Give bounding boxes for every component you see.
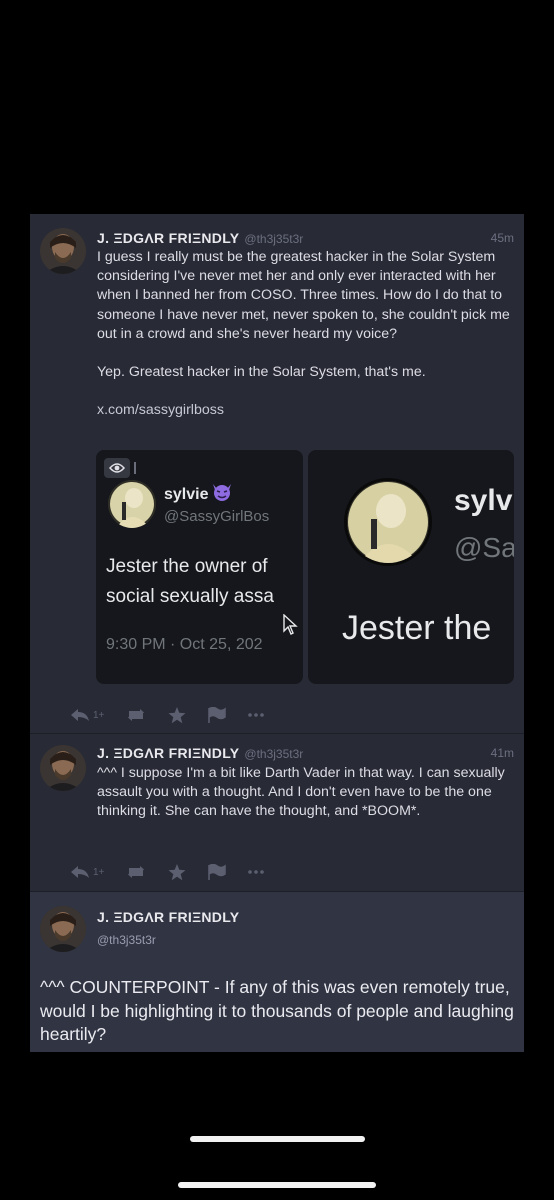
- reply-count: 1+: [93, 866, 105, 878]
- reply-icon: [71, 709, 89, 721]
- status-content: ^^^ I suppose I'm a bit like Darth Vader…: [97, 764, 512, 841]
- display-name[interactable]: J. ΞDGΛR FRIΞNDLY: [97, 909, 239, 925]
- status-content: ^^^ COUNTERPOINT - If any of this was ev…: [40, 977, 514, 1044]
- report-button[interactable]: [208, 864, 227, 880]
- more-icon: [248, 713, 265, 717]
- avatar[interactable]: [40, 745, 86, 791]
- status-link[interactable]: x.com/sassygirlboss: [97, 402, 224, 418]
- quoted-avatar: [108, 480, 156, 528]
- flag-icon: [208, 864, 227, 880]
- divider: [134, 462, 136, 474]
- quoted-text-line: Jester the owner of: [106, 556, 268, 577]
- status-post[interactable]: J. ΞDGΛR FRIΞNDLY @th3j35t3r 41m ^^^ I su…: [30, 734, 524, 892]
- quoted-text: Jester the: [342, 609, 492, 647]
- eye-icon: [109, 463, 125, 473]
- account-handle[interactable]: @th3j35t3r: [244, 747, 303, 761]
- more-button[interactable]: [248, 713, 265, 717]
- account-handle[interactable]: @th3j35t3r: [244, 232, 303, 246]
- status-action-bar: 1+: [70, 705, 286, 725]
- timestamp[interactable]: 45m: [491, 229, 514, 247]
- account-handle[interactable]: @th3j35t3r: [97, 933, 156, 947]
- quoted-name: sylvie: [164, 486, 209, 503]
- media-gallery: sylvie @SassyGirlBos Jester the owner of…: [96, 450, 516, 686]
- more-icon: [248, 870, 265, 874]
- timeline-panel: J. ΞDGΛR FRIΞNDLY @th3j35t3r 45m I guess …: [30, 214, 524, 1052]
- boost-icon: [128, 866, 145, 878]
- status-content: I guess I really must be the greatest ha…: [97, 248, 512, 439]
- quoted-text-line: social sexually assa: [106, 586, 274, 607]
- cursor-icon: [283, 614, 298, 635]
- status-paragraph: Yep. Greatest hacker in the Solar System…: [97, 364, 426, 381]
- timestamp[interactable]: 41m: [491, 744, 514, 762]
- media-image-1[interactable]: sylvie @SassyGirlBos Jester the owner of…: [96, 450, 303, 684]
- boost-icon: [128, 709, 145, 721]
- quoted-avatar: [344, 478, 432, 566]
- focused-status[interactable]: J. ΞDGΛR FRIΞNDLY @th3j35t3r ^^^ COUNTER…: [30, 892, 524, 1052]
- hide-media-button[interactable]: [104, 458, 130, 478]
- avatar[interactable]: [40, 906, 86, 952]
- favourite-button[interactable]: [168, 706, 186, 724]
- status-paragraph: I guess I really must be the greatest ha…: [97, 249, 510, 342]
- status-post[interactable]: J. ΞDGΛR FRIΞNDLY @th3j35t3r 45m I guess …: [30, 214, 524, 734]
- status-action-bar: 1+: [70, 862, 286, 882]
- quoted-handle: @Sa: [454, 532, 514, 563]
- status-paragraph: ^^^ I suppose I'm a bit like Darth Vader…: [97, 765, 505, 820]
- display-name[interactable]: J. ΞDGΛR FRIΞNDLY: [97, 230, 239, 246]
- report-button[interactable]: [208, 707, 227, 723]
- quoted-handle: @SassyGirlBos: [164, 508, 270, 525]
- star-icon: [168, 706, 186, 723]
- media-image-2[interactable]: sylv @Sa Jester the: [308, 450, 514, 684]
- display-name[interactable]: J. ΞDGΛR FRIΞNDLY: [97, 745, 239, 761]
- star-icon: [168, 863, 186, 880]
- reply-button[interactable]: 1+: [70, 865, 104, 879]
- flag-icon: [208, 707, 227, 723]
- devil-emoji-icon: [213, 484, 232, 501]
- reply-button[interactable]: 1+: [70, 708, 104, 722]
- reply-count: 1+: [93, 709, 105, 721]
- boost-button[interactable]: [126, 708, 146, 722]
- home-indicator: [178, 1182, 376, 1188]
- home-indicator: [190, 1136, 365, 1142]
- quoted-date: 9:30 PM · Oct 25, 202: [106, 636, 263, 653]
- more-button[interactable]: [248, 870, 265, 874]
- favourite-button[interactable]: [168, 863, 186, 881]
- reply-icon: [71, 866, 89, 878]
- avatar[interactable]: [40, 228, 86, 274]
- quoted-name: sylv: [454, 484, 513, 517]
- boost-button[interactable]: [126, 865, 146, 879]
